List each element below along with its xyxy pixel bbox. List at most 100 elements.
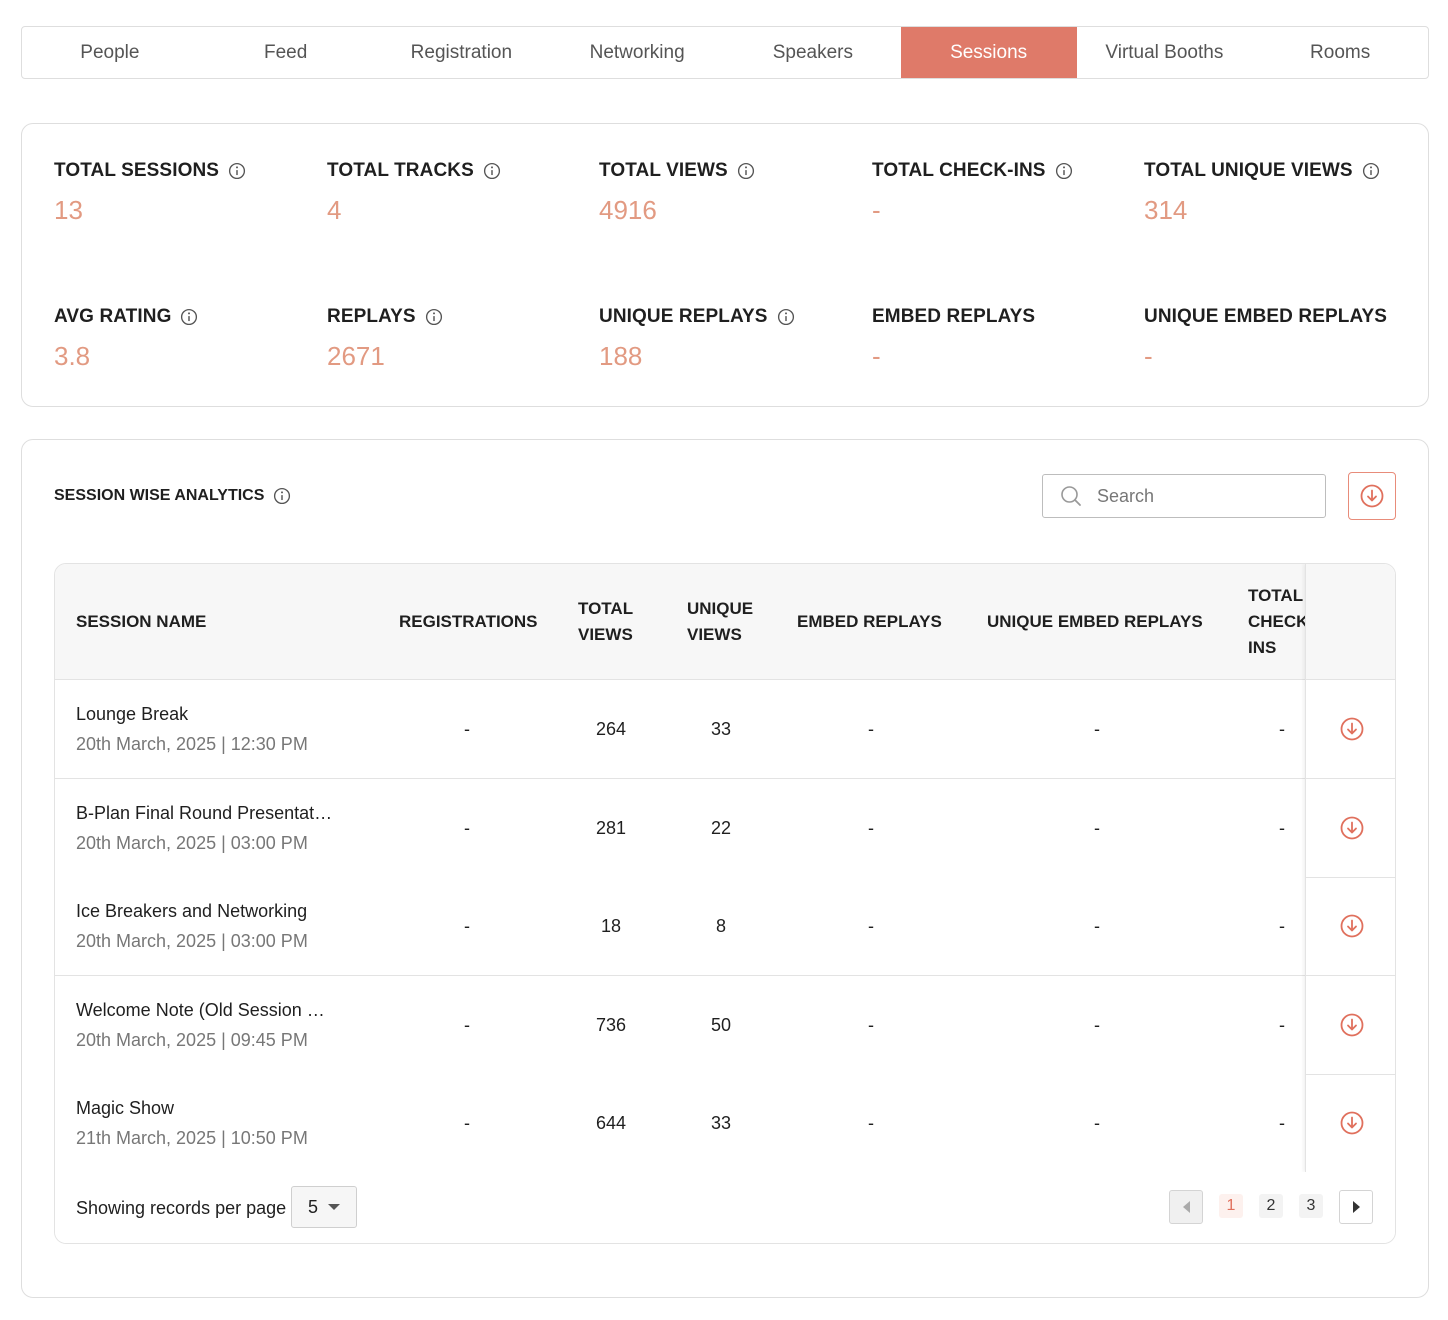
next-page-button[interactable]: [1339, 1190, 1373, 1224]
session-cell: Ice Breakers and Networking 20th March, …: [76, 877, 356, 975]
registrations-cell: -: [464, 915, 470, 936]
session-name[interactable]: Ice Breakers and Networking: [76, 901, 307, 922]
row-download-button[interactable]: [1306, 1074, 1395, 1173]
registrations-cell: -: [464, 1014, 470, 1035]
tab-sessions[interactable]: Sessions: [900, 27, 1077, 78]
total-views-cell: 281: [595, 817, 627, 838]
stat-label: TOTAL VIEWS: [599, 160, 728, 181]
stat-unique-embed-replays: UNIQUE EMBED REPLAYS -: [1144, 304, 1416, 372]
session-date: 20th March, 2025 | 12:30 PM: [76, 733, 308, 754]
download-circle-icon: [1339, 1110, 1365, 1136]
stat-label: REPLAYS: [327, 306, 416, 327]
embed-replays-cell: -: [868, 718, 874, 739]
row-download-button[interactable]: [1306, 877, 1395, 976]
info-icon[interactable]: [228, 162, 246, 180]
col-total-views[interactable]: TOTAL VIEWS: [578, 564, 633, 680]
col-total-check-ins[interactable]: TOTAL CHECK INS: [1248, 564, 1308, 680]
col-check-ins-line3: INS: [1248, 638, 1277, 657]
total-views-cell: 264: [595, 718, 627, 739]
stat-replays: REPLAYS 2671: [327, 304, 599, 372]
unique-embed-replays-cell: -: [1094, 718, 1100, 739]
unique-views-cell: 22: [710, 817, 732, 838]
stat-total-unique-views: TOTAL UNIQUE VIEWS 314: [1144, 158, 1416, 226]
info-icon[interactable]: [273, 487, 291, 505]
tab-networking[interactable]: Networking: [549, 27, 725, 78]
unique-views-cell: 33: [710, 718, 732, 739]
prev-page-button[interactable]: [1169, 1190, 1203, 1224]
registrations-cell: -: [464, 817, 470, 838]
search-input[interactable]: [1095, 484, 1315, 508]
unique-embed-replays-cell: -: [1094, 915, 1100, 936]
stat-value: 2671: [327, 341, 385, 371]
session-name[interactable]: Welcome Note (Old Session …: [76, 1000, 325, 1021]
stat-value: -: [1144, 341, 1153, 371]
col-embed-replays[interactable]: EMBED REPLAYS: [797, 564, 942, 680]
tab-registration[interactable]: Registration: [374, 27, 550, 78]
stat-label: UNIQUE REPLAYS: [599, 306, 768, 327]
info-icon[interactable]: [425, 308, 443, 326]
page-1-button[interactable]: 1: [1219, 1194, 1243, 1218]
download-all-button[interactable]: [1348, 472, 1396, 520]
unique-embed-replays-cell: -: [1094, 817, 1100, 838]
page-3-button[interactable]: 3: [1299, 1194, 1323, 1218]
session-name[interactable]: Magic Show: [76, 1098, 174, 1119]
col-unique-embed-replays[interactable]: UNIQUE EMBED REPLAYS: [987, 564, 1203, 680]
stat-label: UNIQUE EMBED REPLAYS: [1144, 306, 1388, 327]
session-name[interactable]: B-Plan Final Round Presentat…: [76, 803, 332, 824]
tab-virtual-booths[interactable]: Virtual Booths: [1077, 27, 1253, 78]
stat-value: 314: [1144, 195, 1188, 225]
stat-label: TOTAL TRACKS: [327, 160, 474, 181]
stat-value: 188: [599, 341, 643, 371]
total-views-cell: 644: [595, 1112, 627, 1133]
info-icon[interactable]: [483, 162, 501, 180]
session-analytics-card: SESSION WISE ANALYTICS SESSION NAME REGI…: [21, 439, 1429, 1298]
session-name[interactable]: Lounge Break: [76, 704, 188, 725]
registrations-cell: -: [464, 1112, 470, 1133]
stat-value: -: [872, 195, 881, 225]
stat-value: 3.8: [54, 341, 91, 371]
col-registrations[interactable]: REGISTRATIONS: [399, 564, 538, 680]
tab-feed[interactable]: Feed: [198, 27, 374, 78]
row-download-button[interactable]: [1306, 680, 1395, 779]
session-date: 20th March, 2025 | 09:45 PM: [76, 1029, 308, 1050]
table-row: B-Plan Final Round Presentat… 20th March…: [55, 779, 1395, 878]
session-date: 21th March, 2025 | 10:50 PM: [76, 1127, 308, 1148]
session-date: 20th March, 2025 | 03:00 PM: [76, 832, 308, 853]
col-unique-views[interactable]: UNIQUE VIEWS: [687, 564, 753, 680]
col-session-name[interactable]: SESSION NAME: [76, 564, 206, 680]
tab-speakers[interactable]: Speakers: [725, 27, 901, 78]
chevron-right-icon: [1352, 1201, 1360, 1213]
info-icon[interactable]: [737, 162, 755, 180]
tab-people[interactable]: People: [22, 27, 198, 78]
info-icon[interactable]: [1362, 162, 1380, 180]
total-views-cell: 736: [595, 1014, 627, 1035]
col-check-ins-line1: TOTAL: [1248, 586, 1304, 605]
page-2-button[interactable]: 2: [1259, 1194, 1283, 1218]
row-download-button[interactable]: [1306, 976, 1395, 1075]
stat-value: -: [872, 341, 881, 371]
col-check-ins-line2: CHECK: [1248, 612, 1309, 631]
chevron-left-icon: [1182, 1201, 1190, 1213]
search-box[interactable]: [1042, 474, 1326, 518]
stat-label: TOTAL SESSIONS: [54, 160, 220, 181]
stat-label: TOTAL CHECK-INS: [872, 160, 1046, 181]
stat-value: 4916: [599, 195, 657, 225]
session-cell: Magic Show 21th March, 2025 | 10:50 PM: [76, 1074, 356, 1172]
search-icon: [1059, 484, 1083, 508]
per-page-select[interactable]: 5: [291, 1186, 357, 1228]
tab-rooms[interactable]: Rooms: [1252, 27, 1428, 78]
col-unique-views-line1: UNIQUE: [687, 599, 754, 618]
unique-views-cell: 50: [710, 1014, 732, 1035]
table-row: Ice Breakers and Networking 20th March, …: [55, 877, 1395, 976]
info-icon[interactable]: [180, 308, 198, 326]
info-icon[interactable]: [1055, 162, 1073, 180]
stat-embed-replays: EMBED REPLAYS -: [872, 304, 1144, 372]
session-cell: Lounge Break 20th March, 2025 | 12:30 PM: [76, 680, 356, 778]
per-page-label: Showing records per page: [76, 1197, 287, 1218]
section-title: SESSION WISE ANALYTICS: [54, 485, 291, 507]
info-icon[interactable]: [777, 308, 795, 326]
col-unique-views-line2: VIEWS: [687, 625, 742, 644]
session-cell: B-Plan Final Round Presentat… 20th March…: [76, 779, 356, 877]
unique-views-cell: 8: [715, 915, 726, 936]
row-download-button[interactable]: [1306, 779, 1395, 878]
